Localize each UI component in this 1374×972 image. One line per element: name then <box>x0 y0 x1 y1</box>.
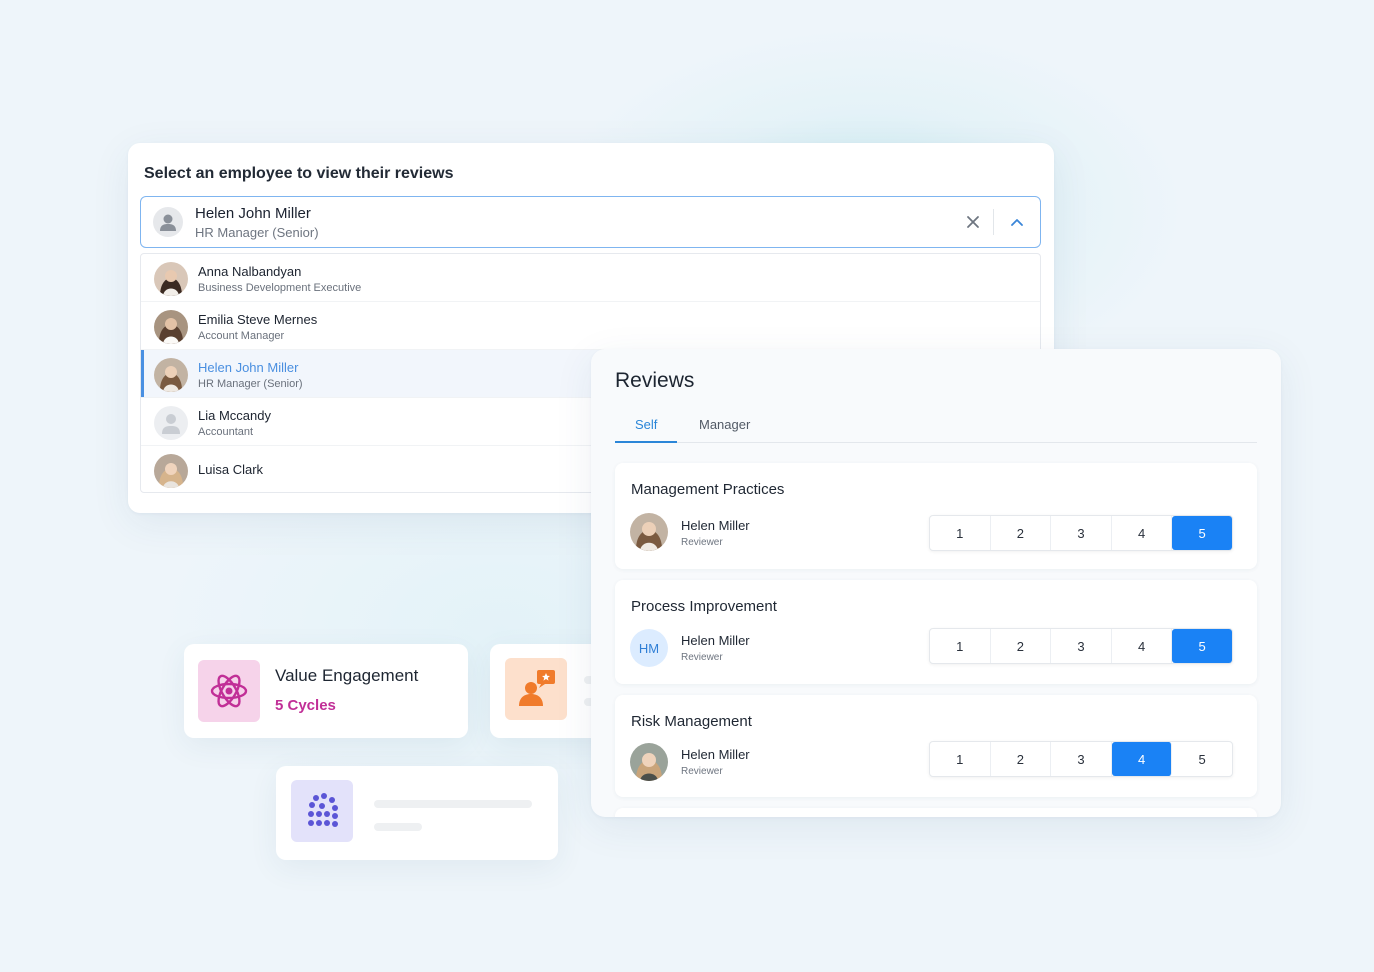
rating-option[interactable]: 1 <box>930 516 991 550</box>
review-item-title: Process Improvement <box>631 598 777 615</box>
rating-option-selected[interactable]: 5 <box>1172 629 1232 663</box>
rating-option[interactable]: 2 <box>991 516 1052 550</box>
rating-option[interactable]: 1 <box>930 629 991 663</box>
reviewer-role: Reviewer <box>681 652 723 663</box>
reviewer-name: Helen Miller <box>681 518 750 533</box>
review-item-title: Risk Management <box>631 713 752 730</box>
reviewer-name: Helen Miller <box>681 633 750 648</box>
tab-self-underline <box>615 441 677 443</box>
employee-option-name: Helen John Miller <box>198 360 299 375</box>
select-divider <box>993 209 994 235</box>
employee-option-name: Lia Mccandy <box>198 408 271 423</box>
selected-employee-name: Helen John Miller <box>195 205 311 222</box>
rating-scale: 1 2 3 4 5 <box>929 741 1233 777</box>
avatar <box>154 454 188 488</box>
people-cluster-icon <box>291 780 353 842</box>
rating-option[interactable]: 4 <box>1112 629 1173 663</box>
rating-scale: 1 2 3 4 5 <box>929 628 1233 664</box>
value-engagement-title: Value Engagement <box>275 666 419 685</box>
review-item: Process Improvement HM Helen Miller Revi… <box>615 580 1257 684</box>
reviewer-role: Reviewer <box>681 537 723 548</box>
rating-option[interactable]: 4 <box>1112 516 1173 550</box>
reviewer-role: Reviewer <box>681 766 723 777</box>
avatar <box>630 513 668 551</box>
active-indicator <box>141 350 144 397</box>
rating-option-selected[interactable]: 4 <box>1111 742 1173 776</box>
skeleton-line <box>374 800 532 808</box>
reviewer-name: Helen Miller <box>681 747 750 762</box>
employee-option-name: Anna Nalbandyan <box>198 264 302 279</box>
selector-title: Select an employee to view their reviews <box>144 165 454 182</box>
avatar <box>154 310 188 344</box>
reviews-panel: Reviews Self Manager Management Practice… <box>591 349 1281 817</box>
avatar <box>154 262 188 296</box>
rating-option[interactable]: 2 <box>991 629 1052 663</box>
default-avatar-icon <box>154 406 188 440</box>
employee-option-role: HR Manager (Senior) <box>198 378 303 390</box>
review-item: Risk Management Helen Miller Reviewer 1 … <box>615 695 1257 797</box>
employee-option-name: Emilia Steve Mernes <box>198 312 318 327</box>
rating-option[interactable]: 1 <box>930 742 991 776</box>
review-tabs: Self Manager <box>615 411 1257 443</box>
employee-option-role: Account Manager <box>198 330 285 342</box>
default-avatar-icon <box>153 207 183 237</box>
review-item-title: Management Practices <box>631 481 785 498</box>
employee-option-role: Accountant <box>198 426 254 438</box>
skeleton-line <box>374 823 422 831</box>
avatar-initials: HM <box>630 629 668 667</box>
rating-option[interactable]: 5 <box>1172 742 1232 776</box>
employee-option-name: Luisa Clark <box>198 462 264 477</box>
rating-option[interactable]: 3 <box>1051 742 1112 776</box>
people-cluster-card[interactable] <box>276 766 558 860</box>
selected-employee-role: HR Manager (Senior) <box>195 225 319 240</box>
value-engagement-card[interactable]: Value Engagement 5 Cycles <box>184 644 468 738</box>
atom-icon <box>198 660 260 722</box>
rating-option[interactable]: 3 <box>1051 516 1112 550</box>
reviews-title: Reviews <box>615 369 695 392</box>
rating-option-selected[interactable]: 5 <box>1172 516 1232 550</box>
value-engagement-cycles: 5 Cycles <box>275 697 336 714</box>
tab-manager[interactable]: Manager <box>699 417 750 432</box>
employee-option[interactable]: Anna Nalbandyan Business Development Exe… <box>141 254 1040 302</box>
rating-scale: 1 2 3 4 5 <box>929 515 1233 551</box>
person-feedback-icon <box>505 658 567 720</box>
tab-self[interactable]: Self <box>635 417 657 432</box>
employee-option[interactable]: Emilia Steve Mernes Account Manager <box>141 302 1040 350</box>
rating-option[interactable]: 3 <box>1051 629 1112 663</box>
chevron-up-icon[interactable] <box>1006 211 1028 233</box>
employee-select[interactable]: Helen John Miller HR Manager (Senior) <box>140 196 1041 248</box>
avatar <box>630 743 668 781</box>
employee-option-role: Business Development Executive <box>198 282 362 294</box>
avatar <box>154 358 188 392</box>
close-icon[interactable] <box>962 211 984 233</box>
review-item: Management Practices Helen Miller Review… <box>615 463 1257 569</box>
rating-option[interactable]: 2 <box>991 742 1052 776</box>
review-item-partial <box>615 808 1257 817</box>
